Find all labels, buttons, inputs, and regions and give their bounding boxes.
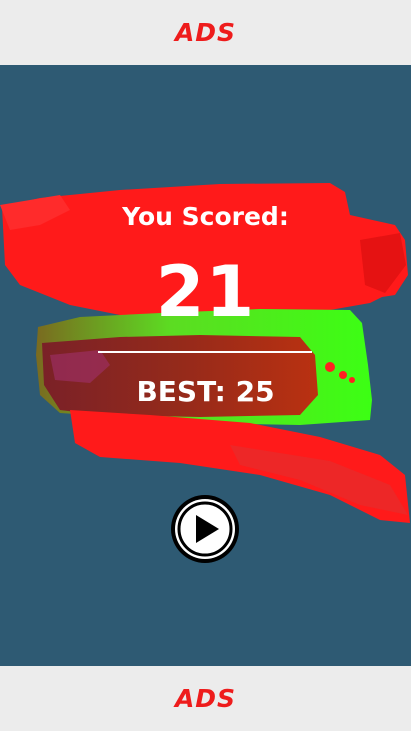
bottom-ad-banner[interactable]: ADS — [0, 666, 411, 731]
paint-splash-decoration — [0, 183, 410, 523]
score-divider — [98, 351, 312, 353]
play-icon — [171, 495, 239, 563]
play-button[interactable] — [170, 494, 240, 564]
score-value: 21 — [155, 251, 256, 333]
game-over-screen: You Scored: 21 BEST: 25 — [0, 65, 411, 666]
top-ad-label: ADS — [174, 18, 237, 47]
best-score: BEST: 25 — [136, 375, 275, 408]
you-scored-heading: You Scored: — [122, 202, 289, 231]
top-ad-banner[interactable]: ADS — [0, 0, 411, 65]
bottom-ad-label: ADS — [174, 684, 237, 713]
